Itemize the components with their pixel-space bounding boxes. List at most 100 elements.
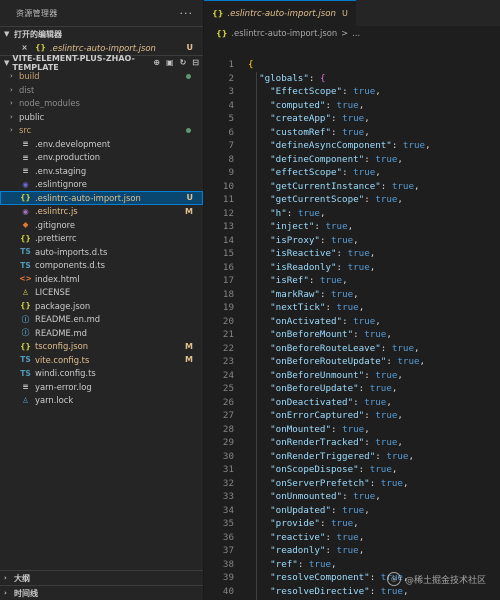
timeline-header[interactable]: › 时间线 (0, 585, 203, 600)
line-content: "resolveDirective": true, (270, 585, 409, 597)
code-line: 14 "isProxy": true, (204, 234, 500, 248)
file-item[interactable]: {} tsconfig.json M (0, 340, 203, 354)
folder-item[interactable]: › dist (0, 83, 203, 97)
file-name: .env.staging (35, 165, 87, 176)
status-badge: U (186, 193, 194, 203)
line-number: 23 (222, 356, 234, 368)
file-item[interactable]: {} .eslintrc-auto-import.json U (0, 191, 203, 205)
file-item[interactable]: ◉ .eslintignore (0, 178, 203, 192)
line-content: "customRef": true, (270, 126, 370, 138)
file-item[interactable]: ◉ .eslintrc.js M (0, 205, 203, 219)
code-line: 10 "getCurrentInstance": true, (204, 180, 500, 194)
code-line: 22 "onBeforeRouteLeave": true, (204, 342, 500, 356)
line-number: 7 (228, 140, 234, 152)
folder-item[interactable]: › public (0, 110, 203, 124)
line-number: 9 (228, 167, 234, 179)
code-editor[interactable]: 1{2 "globals": {3 "EffectScope": true, 4 … (204, 58, 500, 598)
line-content: "ref": true, (270, 558, 337, 570)
file-item[interactable]: ≡ .env.development (0, 137, 203, 151)
file-item[interactable]: ♙ LICENSE (0, 286, 203, 300)
file-name: index.html (35, 273, 80, 284)
folder-item[interactable]: › src (0, 124, 203, 138)
file-type-icon: ≡ (22, 152, 29, 162)
line-content: { (248, 59, 254, 71)
folder-item[interactable]: › node_modules (0, 97, 203, 111)
modified-dot (186, 73, 191, 79)
file-item[interactable]: ⓘ README.en.md (0, 313, 203, 327)
line-number: 18 (222, 288, 234, 300)
file-item[interactable]: <> index.html (0, 272, 203, 286)
chevron-down-icon: ▼ (4, 30, 10, 38)
file-type-icon: TS (20, 368, 31, 378)
file-name: .eslintignore (35, 179, 87, 190)
file-name: .prettierrc (35, 233, 77, 244)
file-item[interactable]: TS auto-imports.d.ts (0, 245, 203, 259)
file-name: LICENSE (35, 287, 71, 298)
line-content: "onScopeDispose": true, (270, 464, 398, 476)
code-line: 38 "ref": true, (204, 558, 500, 572)
line-number: 34 (222, 504, 234, 516)
line-number: 15 (222, 248, 234, 260)
code-line: 15 "isReactive": true, (204, 247, 500, 261)
line-content: "isReadonly": true, (270, 261, 376, 273)
file-type-icon: TS (20, 247, 31, 257)
watermark-text: @稀土掘金技术社区 (404, 575, 486, 586)
line-number: 32 (222, 477, 234, 489)
file-item[interactable]: ◆ .gitignore (0, 218, 203, 232)
line-number: 27 (222, 410, 234, 422)
file-item[interactable]: TS windi.config.ts (0, 367, 203, 381)
file-item[interactable]: ≡ yarn-error.log (0, 380, 203, 394)
refresh-icon[interactable]: ↻ (180, 58, 187, 67)
line-content: "onBeforeMount": true, (270, 329, 392, 341)
explorer-title-bar: 资源管理器 ··· (0, 0, 203, 26)
breadcrumb-file[interactable]: .eslintrc-auto-import.json (231, 28, 337, 38)
line-content: "reactive": true, (270, 531, 365, 543)
open-editor-item[interactable]: × {} .eslintrc-auto-import.json U (0, 41, 203, 55)
file-item[interactable]: TS components.d.ts (0, 259, 203, 273)
line-number: 26 (222, 396, 234, 408)
line-content: "resolveComponent": true, (270, 572, 409, 584)
line-content: "onMounted": true, (270, 423, 370, 435)
code-line: 21 "onBeforeMount": true, (204, 328, 500, 342)
file-type-icon: ◆ (22, 220, 29, 230)
file-item[interactable]: ≡ .env.staging (0, 164, 203, 178)
file-name: dist (19, 84, 35, 95)
code-line: 29 "onRenderTracked": true, (204, 436, 500, 450)
chevron-right-icon: › (4, 574, 7, 582)
file-item[interactable]: {} package.json (0, 299, 203, 313)
line-number: 30 (222, 450, 234, 462)
line-number: 38 (222, 558, 234, 570)
file-type-icon: ≡ (22, 139, 29, 149)
line-content: "onErrorCaptured": true, (270, 410, 403, 422)
line-number: 22 (222, 342, 234, 354)
new-folder-icon[interactable]: ▣ (166, 58, 174, 67)
breadcrumb-rest[interactable]: ... (352, 28, 360, 38)
file-item[interactable]: ⓘ README.md (0, 326, 203, 340)
project-header[interactable]: ▼ VITE-ELEMENT-PLUS-ZHAO-TEMPLATE ⊕ ▣ ↻ … (0, 54, 203, 72)
new-file-icon[interactable]: ⊕ (153, 58, 160, 67)
file-item[interactable]: TS vite.config.ts M (0, 353, 203, 367)
tab-eslintrc-auto-import[interactable]: {} .eslintrc-auto-import.json U (204, 0, 356, 26)
code-line: 8 "defineComponent": true, (204, 153, 500, 167)
file-item[interactable]: ♙ yarn.lock (0, 394, 203, 408)
more-actions-icon[interactable]: ··· (180, 7, 194, 20)
open-editors-list: × {} .eslintrc-auto-import.json U (0, 41, 203, 55)
file-name: yarn-error.log (35, 381, 92, 392)
line-content: "getCurrentInstance": true, (270, 180, 420, 192)
file-type-icon: TS (20, 260, 31, 270)
line-content: "onBeforeUpdate": true, (270, 383, 398, 395)
file-item[interactable]: {} .prettierrc (0, 232, 203, 246)
file-type-icon: ≡ (22, 382, 29, 392)
code-line: 18 "markRaw": true, (204, 288, 500, 302)
folder-item[interactable]: › build (0, 70, 203, 84)
line-content: "onActivated": true, (270, 315, 381, 327)
line-number: 2 (228, 72, 234, 84)
collapse-all-icon[interactable]: ⊟ (192, 58, 199, 67)
watermark: ◎ @稀土掘金技术社区 (386, 572, 486, 586)
file-item[interactable]: ≡ .env.production (0, 151, 203, 165)
code-line: 2 "globals": { (204, 72, 500, 86)
close-icon[interactable]: × (18, 43, 31, 52)
outline-header[interactable]: › 大纲 (0, 570, 203, 585)
code-line: 19 "nextTick": true, (204, 301, 500, 315)
open-editors-header[interactable]: ▼ 打开的编辑器 (0, 26, 203, 41)
